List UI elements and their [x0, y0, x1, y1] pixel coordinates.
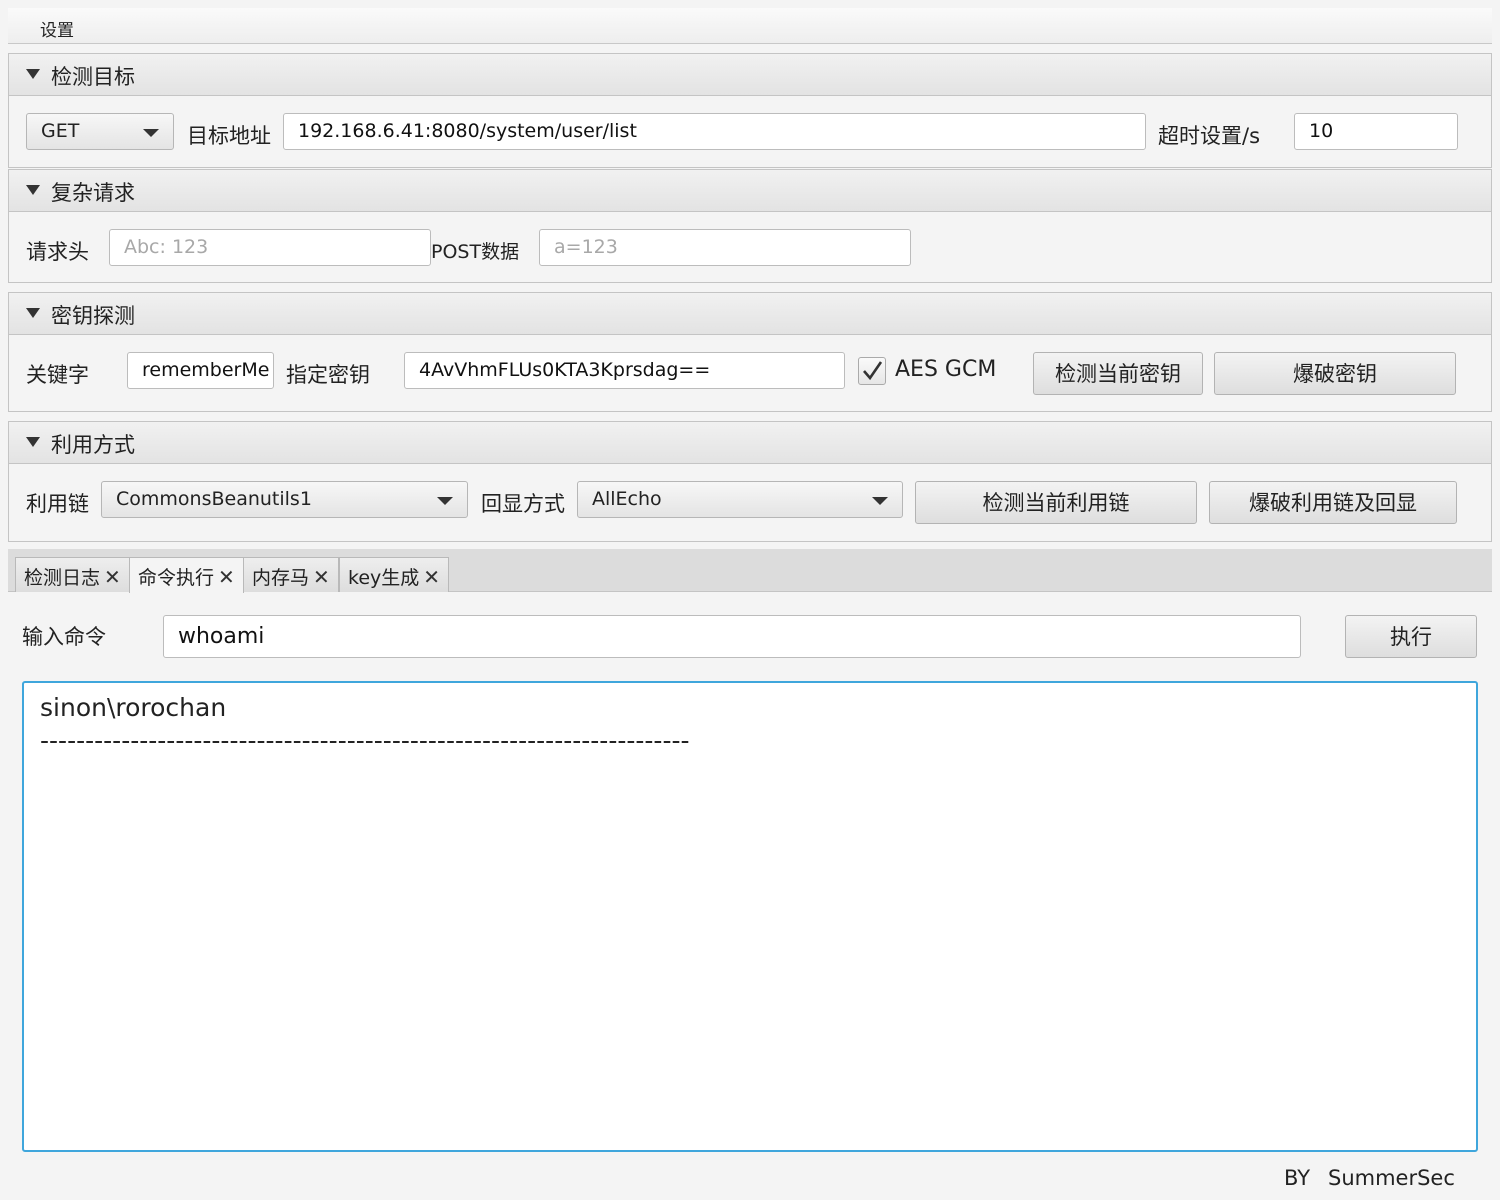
- exploit-section-header[interactable]: 利用方式: [9, 422, 1491, 464]
- tab-label: 检测日志: [24, 567, 101, 589]
- collapse-triangle-icon: [26, 437, 40, 447]
- dropdown-arrow-icon: [143, 129, 159, 137]
- target-section: 检测目标 GET 目标地址 192.168.6.41:8080/system/u…: [8, 53, 1492, 168]
- key-section-header[interactable]: 密钥探测: [9, 293, 1491, 335]
- menu-bar: 设置: [8, 8, 1492, 44]
- key-input[interactable]: 4AvVhmFLUs0KTA3Kprsdag==: [404, 352, 845, 389]
- chain-select[interactable]: CommonsBeanutils1: [101, 481, 468, 518]
- url-input[interactable]: 192.168.6.41:8080/system/user/list: [283, 113, 1146, 150]
- close-icon[interactable]: ✕: [423, 565, 440, 589]
- command-label: 输入命令: [22, 625, 106, 649]
- key-section-title: 密钥探测: [51, 304, 135, 328]
- complex-section-title: 复杂请求: [51, 181, 135, 205]
- command-output[interactable]: sinon\rorochan -------------------------…: [22, 681, 1478, 1152]
- close-icon[interactable]: ✕: [313, 565, 330, 589]
- complex-request-section: 复杂请求 请求头 Abc: 123 POST数据 a=123: [8, 169, 1492, 283]
- header-label: 请求头: [26, 240, 89, 264]
- dropdown-arrow-icon: [872, 497, 888, 505]
- url-label: 目标地址: [187, 124, 271, 148]
- collapse-triangle-icon: [26, 69, 40, 79]
- brute-key-button[interactable]: 爆破密钥: [1214, 352, 1456, 395]
- check-key-button[interactable]: 检测当前密钥: [1033, 352, 1203, 395]
- chain-value: CommonsBeanutils1: [116, 488, 312, 510]
- close-icon[interactable]: ✕: [104, 565, 121, 589]
- echo-label: 回显方式: [481, 492, 565, 516]
- footer-author: SummerSec: [1328, 1166, 1455, 1190]
- aes-gcm-checkbox[interactable]: [858, 357, 886, 385]
- post-data-label: POST数据: [431, 241, 520, 263]
- target-section-header[interactable]: 检测目标: [9, 54, 1491, 96]
- brute-chain-button[interactable]: 爆破利用链及回显: [1209, 481, 1457, 524]
- echo-select[interactable]: AllEcho: [577, 481, 903, 518]
- footer-by: BY: [1284, 1166, 1311, 1190]
- keyword-label: 关键字: [26, 363, 89, 387]
- tab-memshell[interactable]: 内存马 ✕: [243, 557, 339, 592]
- method-value: GET: [41, 120, 80, 142]
- tab-bar: 检测日志 ✕ 命令执行 ✕ 内存马 ✕ key生成 ✕: [8, 549, 1492, 593]
- timeout-input[interactable]: 10: [1294, 113, 1458, 150]
- tab-label: 命令执行: [138, 567, 215, 589]
- exploit-section: 利用方式 利用链 CommonsBeanutils1 回显方式 AllEcho …: [8, 421, 1492, 542]
- dropdown-arrow-icon: [437, 497, 453, 505]
- tab-detect-log[interactable]: 检测日志 ✕: [15, 557, 130, 592]
- aes-gcm-label: AES GCM: [895, 357, 997, 382]
- check-chain-button[interactable]: 检测当前利用链: [915, 481, 1197, 524]
- command-input[interactable]: whoami: [163, 615, 1301, 658]
- collapse-triangle-icon: [26, 308, 40, 318]
- tab-command-exec[interactable]: 命令执行 ✕: [129, 557, 244, 593]
- tab-label: 内存马: [252, 567, 310, 589]
- post-data-input[interactable]: a=123: [539, 229, 911, 266]
- header-input[interactable]: Abc: 123: [109, 229, 431, 266]
- target-section-title: 检测目标: [51, 65, 135, 89]
- echo-value: AllEcho: [592, 488, 662, 510]
- key-detect-section: 密钥探测 关键字 rememberMe 指定密钥 4AvVhmFLUs0KTA3…: [8, 292, 1492, 412]
- timeout-label: 超时设置/s: [1158, 124, 1261, 148]
- collapse-triangle-icon: [26, 185, 40, 195]
- tab-key-gen[interactable]: key生成 ✕: [339, 557, 450, 592]
- exploit-section-title: 利用方式: [51, 433, 135, 457]
- complex-section-header[interactable]: 复杂请求: [9, 170, 1491, 212]
- menu-settings[interactable]: 设置: [32, 16, 82, 41]
- method-select[interactable]: GET: [26, 113, 174, 150]
- keyword-input[interactable]: rememberMe: [127, 352, 274, 389]
- close-icon[interactable]: ✕: [218, 565, 235, 589]
- checkmark-icon: [863, 361, 883, 381]
- tab-label: key生成: [348, 567, 420, 589]
- execute-button[interactable]: 执行: [1345, 615, 1477, 658]
- specified-key-label: 指定密钥: [286, 363, 370, 387]
- chain-label: 利用链: [26, 492, 89, 516]
